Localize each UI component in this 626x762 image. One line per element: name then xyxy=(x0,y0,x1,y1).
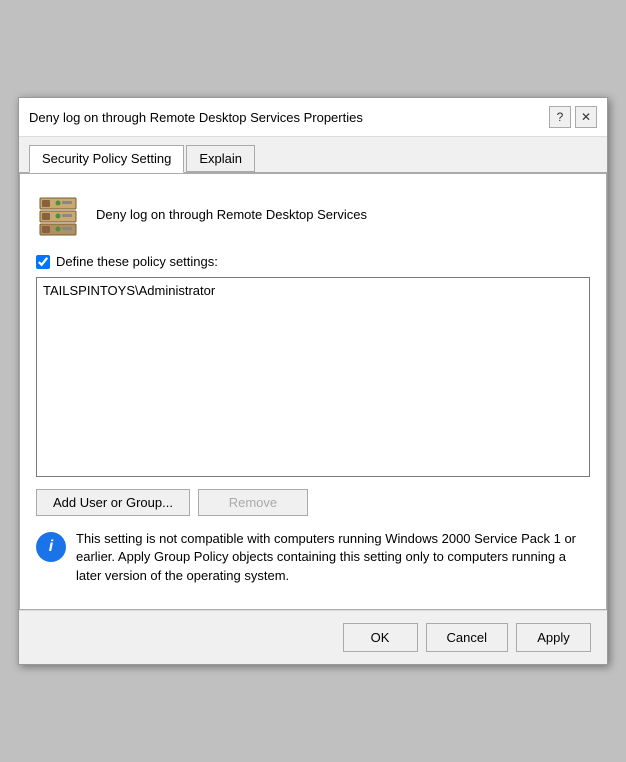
action-buttons: Add User or Group... Remove xyxy=(36,489,590,516)
ok-button[interactable]: OK xyxy=(343,623,418,652)
tab-security-policy-setting[interactable]: Security Policy Setting xyxy=(29,145,184,173)
policy-header: Deny log on through Remote Desktop Servi… xyxy=(36,190,590,238)
close-button[interactable]: ✕ xyxy=(575,106,597,128)
policy-title: Deny log on through Remote Desktop Servi… xyxy=(96,207,367,222)
list-item: TAILSPINTOYS\Administrator xyxy=(41,282,585,299)
tab-explain[interactable]: Explain xyxy=(186,145,255,172)
tab-bar: Security Policy Setting Explain xyxy=(19,137,607,173)
define-policy-row: Define these policy settings: xyxy=(36,254,590,269)
help-button[interactable]: ? xyxy=(549,106,571,128)
title-bar-buttons: ? ✕ xyxy=(549,106,597,128)
define-policy-label[interactable]: Define these policy settings: xyxy=(56,254,218,269)
add-user-or-group-button[interactable]: Add User or Group... xyxy=(36,489,190,516)
info-box: i This setting is not compatible with co… xyxy=(36,530,590,585)
dialog-title: Deny log on through Remote Desktop Servi… xyxy=(29,110,363,125)
policy-list-box[interactable]: TAILSPINTOYS\Administrator xyxy=(36,277,590,477)
title-bar: Deny log on through Remote Desktop Servi… xyxy=(19,98,607,137)
content-area: Deny log on through Remote Desktop Servi… xyxy=(19,173,607,610)
dialog-footer: OK Cancel Apply xyxy=(19,610,607,664)
apply-button[interactable]: Apply xyxy=(516,623,591,652)
define-policy-checkbox[interactable] xyxy=(36,255,50,269)
server-icon xyxy=(36,190,84,238)
cancel-button[interactable]: Cancel xyxy=(426,623,508,652)
info-text: This setting is not compatible with comp… xyxy=(76,530,590,585)
dialog-window: Deny log on through Remote Desktop Servi… xyxy=(18,97,608,665)
info-icon: i xyxy=(36,532,66,562)
remove-button[interactable]: Remove xyxy=(198,489,308,516)
